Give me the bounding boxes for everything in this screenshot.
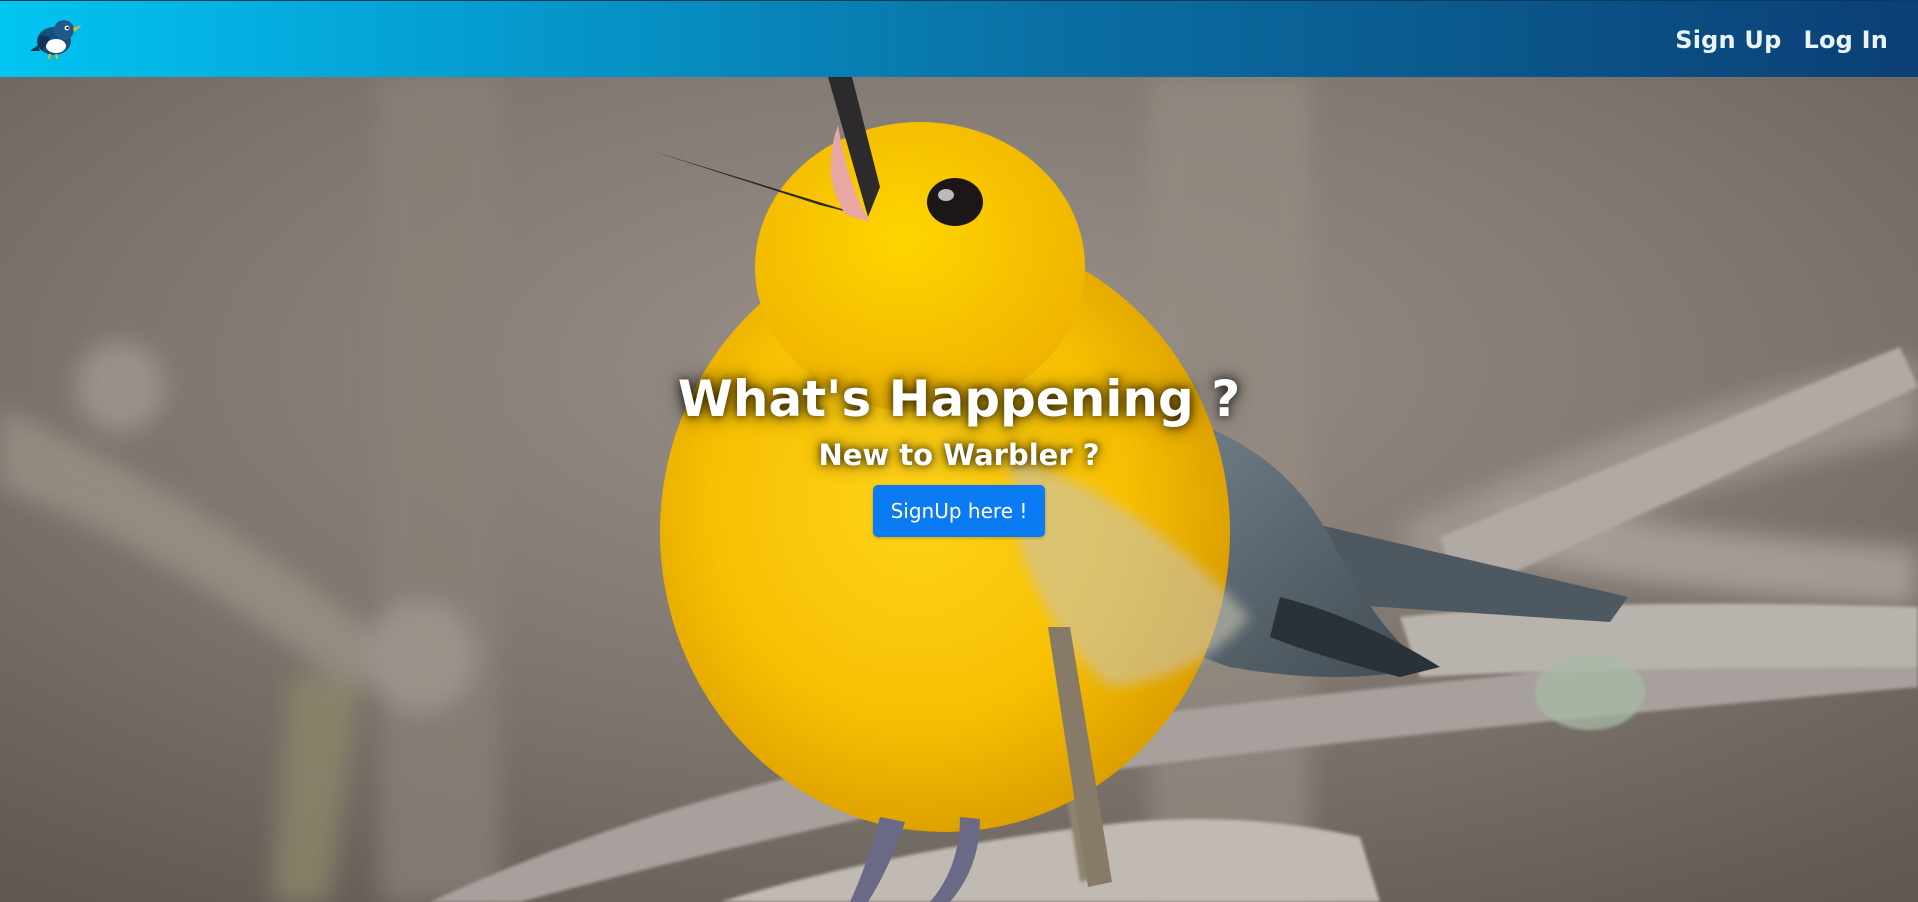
nav-links: Sign Up Log In [1675,1,1888,78]
navbar: Sign Up Log In [0,0,1918,77]
hero-content: What's Happening ? New to Warbler ? Sign… [0,367,1918,537]
sign-up-link[interactable]: Sign Up [1675,26,1781,54]
hero-title: What's Happening ? [677,370,1241,428]
hero-subtitle: New to Warbler ? [818,438,1100,472]
signup-here-button[interactable]: SignUp here ! [872,485,1046,537]
landing-page: Sign Up Log In What's Happening ? New to… [0,0,1918,902]
brand-logo-link[interactable] [30,13,84,63]
log-in-link[interactable]: Log In [1803,26,1888,54]
warbler-logo-icon [30,20,82,60]
